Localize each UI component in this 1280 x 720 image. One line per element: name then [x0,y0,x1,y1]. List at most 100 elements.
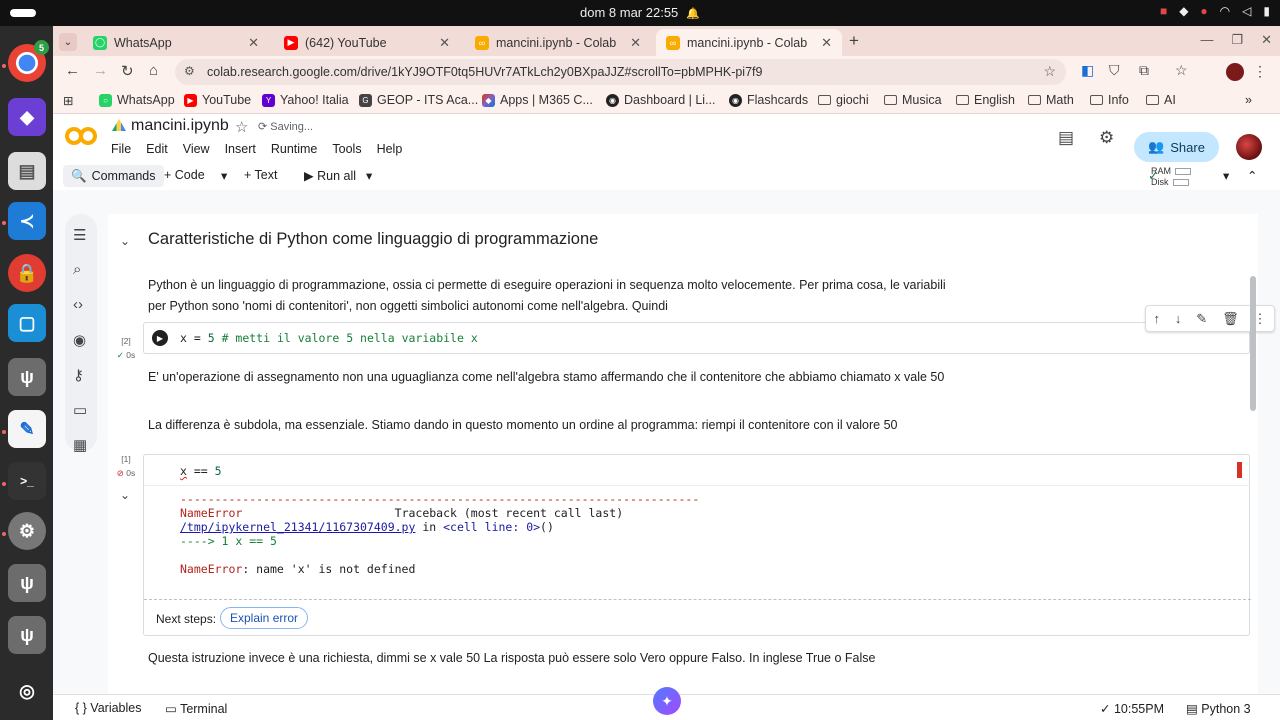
reload-icon[interactable]: ↻ [121,62,134,80]
lock-app-icon[interactable]: 🔒 [8,254,46,292]
commands-button[interactable]: 🔍 Commands [63,165,164,187]
settings-gear-icon[interactable]: ⚙ [1099,128,1114,148]
extensions-puzzle-icon[interactable]: ⧉ [1139,62,1149,79]
bookmark-star-icon[interactable]: ☆ [1043,63,1056,80]
add-text-button[interactable]: + Text [244,168,277,182]
remote-app-icon[interactable]: ▢ [8,304,46,342]
bookmark-flashcards[interactable]: ◉ Flashcards [729,93,808,107]
system-clock[interactable]: dom 8 mar 22:55 🔔 [0,5,1280,20]
secrets-icon[interactable]: ◉ [73,331,86,349]
key-icon[interactable]: ⚷ [73,366,84,384]
run-cell-button[interactable]: ▶ [152,330,168,346]
code-cell-1[interactable]: ▶ x = 5 # metti il valore 5 nella variab… [143,305,1275,354]
bookmark-folder-ai[interactable]: AI [1146,93,1176,107]
menu-file[interactable]: File [111,142,131,156]
resource-monitor[interactable]: RAM Disk [1151,166,1191,188]
gemini-icon[interactable]: ✦ [653,687,681,715]
bookmarks-icon[interactable]: ☆ [1175,62,1188,79]
bookmark-m365[interactable]: ◆ Apps | M365 C... [482,93,593,107]
star-icon[interactable]: ☆ [235,118,248,136]
obsidian-app-icon[interactable]: ◆ [8,98,46,136]
tab-search-icon[interactable]: ⌄ [59,33,77,51]
output-file-link[interactable]: /tmp/ipykernel_21341/1167307409.py [180,520,415,534]
menu-runtime[interactable]: Runtime [271,142,318,156]
menu-view[interactable]: View [183,142,210,156]
bookmark-folder-math[interactable]: Math [1028,93,1074,107]
menu-help[interactable]: Help [377,142,403,156]
usb-app-icon-3[interactable]: ψ [8,616,46,654]
code-cell-2[interactable]: x == 5 ---------------------------------… [143,454,1251,636]
chrome-menu-icon[interactable]: ⋮ [1253,63,1267,80]
minimize-icon[interactable]: — [1200,32,1213,48]
move-down-icon[interactable]: ↓ [1175,311,1182,326]
bookmark-folder-musica[interactable]: Musica [884,93,942,107]
files-icon[interactable]: ▭ [73,401,87,419]
bookmark-yahoo[interactable]: Y Yahoo! Italia [262,93,349,107]
bookmark-whatsapp[interactable]: ○ WhatsApp [99,93,175,107]
files-app-icon[interactable]: ▤ [8,152,46,190]
address-bar[interactable]: ⚙ colab.research.google.com/drive/1kYJ9O… [175,59,1066,85]
tab-colab-2[interactable]: ∞ mancini.ipynb - Colab ✕ [656,29,842,56]
menu-tools[interactable]: Tools [332,142,361,156]
settings-app-icon[interactable]: ⚙ [8,512,46,550]
forward-icon[interactable]: → [93,62,108,79]
close-icon[interactable]: ✕ [821,35,832,51]
maximize-icon[interactable]: ❐ [1231,32,1243,48]
bookmark-folder-english[interactable]: English [956,93,1015,107]
notebook-title[interactable]: mancini.ipynb [131,117,229,135]
back-icon[interactable]: ← [65,62,80,79]
extension-d-icon[interactable]: ◧ [1081,62,1094,79]
collapse-header-icon[interactable]: ⌃ [1247,168,1257,183]
add-code-button[interactable]: + Code [164,168,205,182]
find-icon[interactable]: ⌕ [73,261,81,278]
text-editor-app-icon[interactable]: ✎ [8,410,46,448]
run-all-dropdown-icon[interactable]: ▾ [366,168,372,183]
bookmark-folder-giochi[interactable]: giochi [818,93,869,107]
close-window-icon[interactable]: ✕ [1261,32,1272,48]
close-icon[interactable]: ✕ [248,35,259,51]
tab-youtube[interactable]: ▶ (642) YouTube ✕ [274,29,460,56]
tab-colab-1[interactable]: ∞ mancini.ipynb - Colab ✕ [465,29,651,56]
site-info-icon[interactable]: ⚙ [184,64,195,78]
delete-icon[interactable]: 🗑 [1222,311,1239,327]
profile-avatar[interactable] [1226,63,1244,81]
code-snippets-icon[interactable]: ‹› [73,296,83,313]
add-code-dropdown-icon[interactable]: ▾ [221,168,227,183]
runtime-dropdown-icon[interactable]: ▾ [1223,168,1229,183]
colab-logo[interactable] [65,124,99,148]
explain-error-button[interactable]: Explain error [220,607,309,629]
move-up-icon[interactable]: ↑ [1153,311,1160,326]
vscode-app-icon[interactable]: ≺ [8,202,46,240]
chrome-app-icon[interactable]: 5 [8,40,49,82]
bookmark-youtube[interactable]: ▶ YouTube [184,93,251,107]
collapse-output-icon[interactable]: ⌄ [120,488,130,502]
system-tray[interactable]: ■ ◆ ● ◠ ◁ ▮ [1160,4,1270,18]
bookmark-dashboard[interactable]: ◉ Dashboard | Li... [606,93,716,107]
more-bookmarks-icon[interactable]: » [1245,93,1252,107]
bookmark-folder-info[interactable]: Info [1090,93,1129,107]
terminal-app-icon[interactable]: >_ [8,462,46,500]
usb-app-icon[interactable]: ψ [8,358,46,396]
tab-whatsapp[interactable]: ◯ WhatsApp ✕ [83,29,269,56]
close-icon[interactable]: ✕ [439,35,450,51]
extension-shield-icon[interactable]: ⛉ [1109,62,1120,79]
run-all-button[interactable]: ▶ Run all [304,168,356,183]
code-line[interactable]: x = 5 # metti il valore 5 nella variabil… [180,331,478,345]
user-avatar[interactable] [1236,134,1262,160]
toc-icon[interactable]: ☰ [73,226,86,244]
kernel-status[interactable]: ▤ Python 3 [1186,701,1251,716]
home-icon[interactable]: ⌂ [149,62,158,79]
code-line[interactable]: x == 5 [180,464,222,478]
collapse-section-icon[interactable]: ⌄ [120,234,130,248]
usb-app-icon-2[interactable]: ψ [8,564,46,602]
notebook-scrollbar[interactable] [1250,276,1256,411]
comments-icon[interactable]: ▤ [1058,128,1074,148]
edit-icon[interactable]: ✎ [1196,311,1207,327]
close-icon[interactable]: ✕ [630,35,641,51]
menu-edit[interactable]: Edit [146,142,168,156]
new-tab-icon[interactable]: + [849,31,859,51]
bookmark-geop[interactable]: G GEOP - ITS Aca... [359,93,478,107]
variables-button[interactable]: { } Variables [75,701,141,715]
apps-grid-icon[interactable]: ⊞ [63,93,73,108]
data-table-icon[interactable]: ▦ [73,436,87,454]
